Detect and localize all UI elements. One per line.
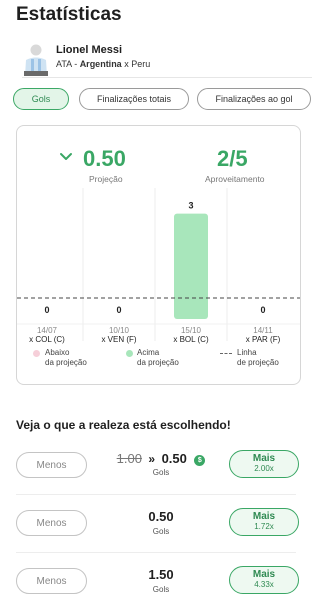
legend-below-swatch <box>33 350 40 357</box>
more-label: Mais <box>252 511 276 522</box>
hit-rate-value: 2/5 <box>217 146 248 171</box>
legend-below: Abaixo da projeção <box>45 348 87 368</box>
page-title: Estatísticas <box>16 4 122 25</box>
row-divider <box>16 494 296 495</box>
legend-line-line1: Linha <box>237 348 257 357</box>
pick-line: 0.50 Gols <box>106 508 216 536</box>
legend-line: Linha de projeção <box>237 348 279 368</box>
pick-row: Menos 1.50 Gols Mais 4.33x <box>16 566 300 596</box>
less-button[interactable]: Menos <box>16 452 87 478</box>
x-tick-opponent: x VEN (F) <box>101 335 136 344</box>
multiplier: 4.33x <box>254 580 274 589</box>
more-button[interactable]: Mais 1.72x <box>229 508 299 536</box>
old-line-value: 1.00 <box>116 451 142 466</box>
x-tick-date: 14/07 <box>37 326 58 335</box>
chevron-down-icon[interactable] <box>59 150 73 164</box>
legend-above-line1: Acima <box>137 348 160 357</box>
stat-name: Gols <box>152 527 170 536</box>
line-value: 0.50 <box>161 451 187 466</box>
more-label: Mais <box>252 453 276 464</box>
less-button[interactable]: Menos <box>16 510 87 536</box>
player-name: Lionel Messi <box>56 44 123 56</box>
stat-name: Gols <box>152 585 170 594</box>
player-position: ATA <box>56 59 72 69</box>
bar-value-label: 3 <box>188 201 193 211</box>
x-tick-opponent: x COL (C) <box>29 335 65 344</box>
performance-chart: 0 14/07x COL (C) 0 10/10x VEN (F) 3 15/10x BO… <box>17 188 300 344</box>
more-button[interactable]: Mais 4.33x <box>229 566 299 594</box>
pick-line: 1.00 » 0.50 $ <box>106 450 216 468</box>
legend-above-line2: da projeção <box>137 358 179 367</box>
row-divider <box>16 552 296 553</box>
stats-card: 0 14/07 x COL (C) 0 10/10 x VEN (F) 3 15/10 x BO… <box>16 125 301 385</box>
tab-gols[interactable]: Gols <box>13 88 69 110</box>
player-meta: ATA - Argentina x Peru <box>56 59 150 69</box>
multiplier: 2.00x <box>254 464 274 473</box>
line-value: 1.50 <box>148 567 174 582</box>
bar-value-label: 0 <box>116 305 121 315</box>
tab-finalizacoes-ao-gol[interactable]: Finalizações ao gol <box>197 88 311 110</box>
legend-below-line1: Abaixo <box>45 348 70 357</box>
less-button[interactable]: Menos <box>16 568 87 594</box>
player-opponent: x Peru <box>124 59 151 69</box>
x-tick-date: 10/10 <box>109 326 130 335</box>
player-team: Argentina <box>79 59 122 69</box>
bar-value-label: 0 <box>260 305 265 315</box>
line-value: 0.50 <box>148 509 174 524</box>
legend-line-line2: de projeção <box>237 358 279 367</box>
legend-below-line2: da projeção <box>45 358 87 367</box>
stat-name: Gols <box>152 468 170 477</box>
legend-above-swatch <box>126 350 133 357</box>
x-tick-opponent: x BOL (C) <box>173 335 209 344</box>
dollar-badge-icon: $ <box>194 455 206 466</box>
double-chevron-right-icon: » <box>148 452 156 466</box>
legend-above: Acima da projeção <box>137 348 179 368</box>
x-tick-date: 14/11 <box>253 326 273 335</box>
projection-value: 0.50 <box>83 146 126 171</box>
pick-line: 1.50 Gols <box>106 566 216 594</box>
picks-title: Veja o que a realeza está escolhendo! <box>16 418 231 432</box>
tab-finalizacoes-totais[interactable]: Finalizações totais <box>79 88 189 110</box>
bar <box>174 213 208 319</box>
player-header: Lionel Messi ATA - Argentina x Peru <box>22 42 298 78</box>
header-divider <box>22 77 312 78</box>
legend-line-swatch <box>220 353 232 354</box>
more-button[interactable]: Mais 2.00x <box>229 450 299 478</box>
x-tick-opponent: x PAR (F) <box>246 335 281 344</box>
pick-row: Menos 0.50 Gols Mais 1.72x <box>16 508 300 538</box>
hit-rate-label: Aproveitamento <box>205 174 265 184</box>
chart-legend: Abaixo da projeção Acima da projeção Lin… <box>17 348 300 382</box>
player-avatar <box>22 42 50 76</box>
x-tick-date: 15/10 <box>181 326 202 335</box>
more-label: Mais <box>252 569 276 580</box>
multiplier: 1.72x <box>254 522 274 531</box>
projection-label: Projeção <box>89 174 123 184</box>
bar-value-label: 0 <box>44 305 49 315</box>
